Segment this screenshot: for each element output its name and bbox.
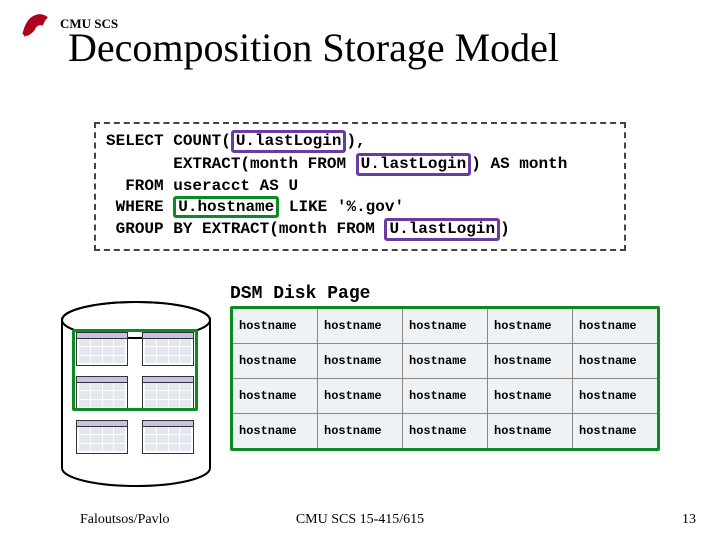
dsm-grid: hostname hostname hostname hostname host… [230, 306, 660, 451]
hl-lastlogin-1: U.lastLogin [231, 130, 347, 153]
mini-page [76, 420, 128, 454]
dsm-cell: hostname [233, 414, 317, 448]
kw-from: FROM [125, 177, 163, 195]
dsm-cell: hostname [572, 379, 657, 413]
dsm-cell: hostname [317, 344, 402, 378]
from-rest: useracct AS U [173, 177, 298, 195]
extract1-open: EXTRACT(month FROM [173, 155, 346, 173]
dsm-cell: hostname [317, 309, 402, 343]
dsm-cell: hostname [233, 379, 317, 413]
footer-center: CMU SCS 15-415/615 [296, 512, 424, 528]
dsm-cell: hostname [402, 309, 487, 343]
dsm-disk-page-panel: DSM Disk Page hostname hostname hostname… [230, 284, 660, 451]
mini-selection-box [72, 329, 198, 411]
kw-select: SELECT [106, 132, 164, 150]
sql-code-box: SELECT COUNT(U.lastLogin), EXTRACT(month… [94, 122, 626, 251]
kw-where: WHERE [116, 198, 164, 216]
dsm-cell: hostname [402, 379, 487, 413]
hl-hostname: U.hostname [173, 196, 279, 219]
dsm-cell: hostname [487, 309, 572, 343]
kw-group: GROUP [116, 220, 164, 238]
dsm-title: DSM Disk Page [230, 284, 660, 304]
dsm-cell: hostname [487, 379, 572, 413]
slide-title: Decomposition Storage Model [68, 24, 559, 71]
mini-page [142, 420, 194, 454]
dsm-cell: hostname [572, 414, 657, 448]
scotty-logo-icon [18, 6, 54, 42]
where-rest: LIKE '%.gov' [289, 198, 404, 216]
dsm-cell: hostname [572, 344, 657, 378]
dsm-cell: hostname [233, 309, 317, 343]
hl-lastlogin-3: U.lastLogin [384, 218, 500, 241]
group-close: ) [500, 220, 510, 238]
dsm-cell: hostname [317, 414, 402, 448]
extract1-close: ) AS month [471, 155, 567, 173]
dsm-cell: hostname [572, 309, 657, 343]
dsm-cell: hostname [402, 414, 487, 448]
dsm-cell: hostname [402, 344, 487, 378]
hl-lastlogin-2: U.lastLogin [356, 153, 472, 176]
dsm-cell: hostname [317, 379, 402, 413]
count-close: ), [346, 132, 365, 150]
footer: Faloutsos/Pavlo CMU SCS 15-415/615 13 [0, 512, 720, 528]
count-open: COUNT( [173, 132, 231, 150]
footer-page-number: 13 [682, 512, 696, 528]
dsm-cell: hostname [233, 344, 317, 378]
dsm-cell: hostname [487, 414, 572, 448]
mini-disk-pages [76, 332, 200, 464]
footer-left: Faloutsos/Pavlo [80, 512, 169, 528]
dsm-cell: hostname [487, 344, 572, 378]
group-open: BY EXTRACT(month FROM [173, 220, 375, 238]
